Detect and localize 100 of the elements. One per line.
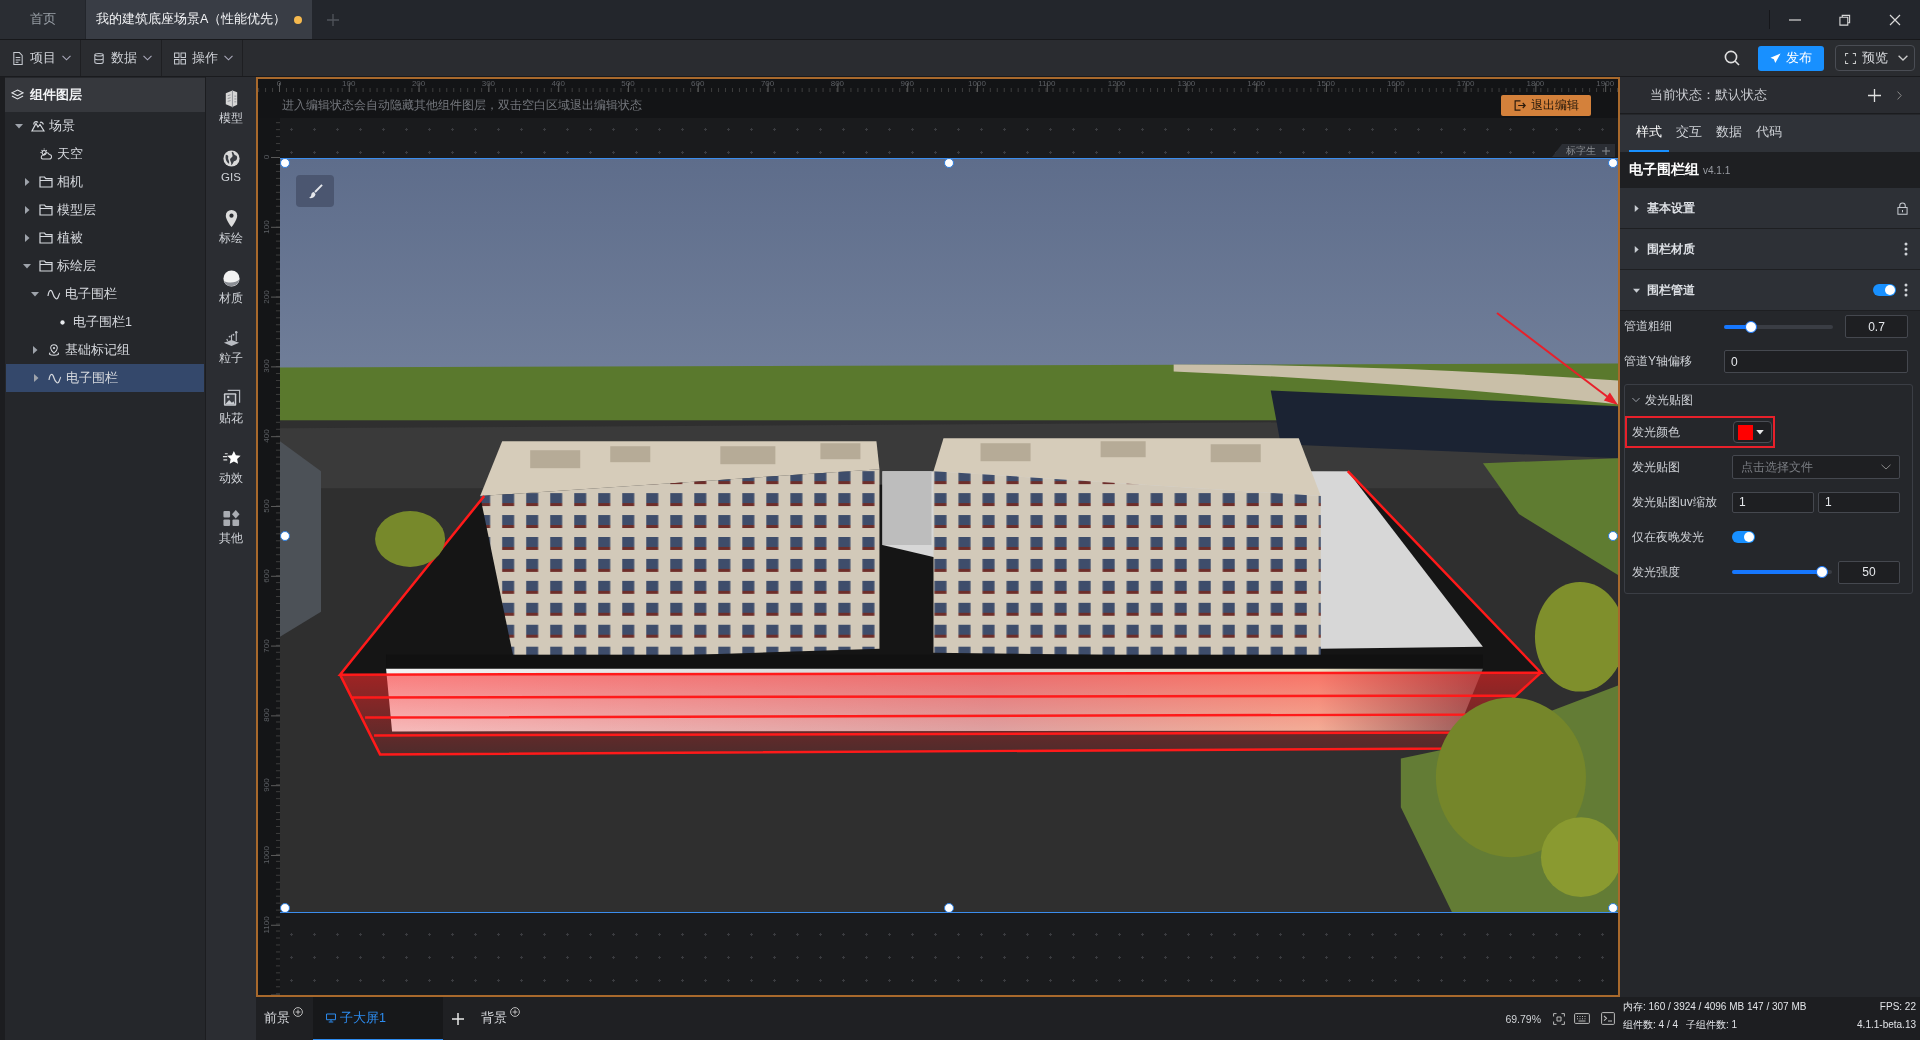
value-input[interactable]: 0.7 [1845,315,1908,338]
tool-button[interactable]: 贴花 [206,384,256,444]
input-field[interactable]: 1 [1732,491,1814,513]
tool-button[interactable]: 动效 [206,444,256,504]
slider-track[interactable] [1732,565,1832,579]
chevron-down-icon [1881,464,1891,470]
select-placeholder: 点击选择文件 [1741,458,1813,476]
resize-handle[interactable] [1608,158,1618,168]
database-icon [93,51,105,65]
group-header[interactable]: 发光贴图 [1632,391,1905,409]
toggle-switch[interactable] [1732,531,1755,543]
more-icon[interactable] [1904,283,1908,297]
tool-button[interactable]: 材质 [206,264,256,324]
properties-tab[interactable]: 交互 [1669,115,1709,152]
tool-button[interactable]: 粒子 [206,324,256,384]
menu-button[interactable]: 操作 [162,40,243,76]
ruler-label: 1400 [1247,79,1266,88]
section-header[interactable]: 基本设置 [1620,188,1920,229]
document-tab[interactable]: 我的建筑底座场景A（性能优先） [86,0,313,39]
tree-item[interactable]: 天空 [5,140,205,168]
lock-icon[interactable] [1897,201,1908,215]
resize-handle[interactable] [280,530,290,541]
slider-thumb[interactable] [1745,320,1758,333]
caret-icon[interactable] [23,178,31,186]
caret-icon[interactable] [31,290,39,298]
search-icon[interactable] [1724,50,1740,66]
version-label: v4.1.1 [1703,164,1731,176]
chevron-down-icon [62,55,71,61]
resize-handle[interactable] [280,903,290,913]
ruler-label: 0 [276,79,282,88]
tool-button[interactable]: 标绘 [206,204,256,264]
close-icon[interactable] [1889,13,1901,26]
tree-item[interactable]: 电子围栏 [5,280,205,308]
file-select[interactable]: 点击选择文件 [1732,455,1900,479]
more-icon[interactable] [1904,242,1908,256]
properties-tab[interactable]: 数据 [1709,115,1749,152]
tool-button[interactable]: GIS [206,144,256,204]
brush-button[interactable] [296,175,334,207]
field-label: 发光强度 [1632,563,1681,581]
slider-thumb[interactable] [1815,566,1828,578]
ruler-label: 1700 [1456,79,1475,88]
ruler-label: 800 [261,708,271,723]
caret-icon[interactable] [23,206,31,214]
tree-item[interactable]: 电子围栏1 [5,308,205,336]
tree-item[interactable]: 电子围栏 [6,364,204,392]
chevron-right-icon[interactable] [1897,90,1902,100]
tree-item[interactable]: 标绘层 [5,252,205,280]
page-tab[interactable]: 背景 [473,997,528,1040]
dot-icon [59,319,65,325]
terminal-icon[interactable] [1601,1012,1615,1025]
slider-track[interactable] [1724,319,1833,334]
resize-handle[interactable] [1608,530,1618,541]
restore-icon[interactable] [1839,13,1851,26]
caret-icon[interactable] [15,122,23,130]
input-field[interactable]: 0 [1724,350,1908,373]
ruler-label: 800 [830,79,845,88]
section-header[interactable]: 围栏材质 [1620,229,1920,270]
toggle-switch[interactable] [1873,284,1896,296]
tree-item[interactable]: 基础标记组 [5,336,205,364]
input-field[interactable]: 1 [1818,491,1900,513]
menu-button[interactable]: 数据 [81,40,162,76]
tool-button[interactable]: 模型 [206,84,256,144]
properties-tab[interactable]: 代码 [1749,115,1789,152]
resize-handle[interactable] [280,158,290,168]
field-label: 管道粗细 [1624,318,1673,335]
sub-component-count: 子组件数: 1 [1686,1018,1738,1032]
caret-icon[interactable] [31,346,39,354]
color-picker[interactable] [1733,421,1772,443]
exit-edit-button[interactable]: 退出编辑 [1501,94,1591,116]
resize-handle[interactable] [1608,903,1618,913]
version-text: 4.1.1-beta.13 [1857,1018,1916,1032]
ruler-label: 200 [261,289,271,304]
tree-item[interactable]: 场景 [5,112,205,140]
section-header[interactable]: 围栏管道 [1620,270,1920,311]
caret-icon[interactable] [32,374,40,382]
ruler-label: 500 [261,499,271,513]
page-tab[interactable]: 子大屏1 [313,997,443,1040]
keyboard-icon[interactable] [1574,1013,1590,1024]
monitor-icon [326,1013,336,1023]
tree-item[interactable]: 植被 [5,224,205,252]
fit-screen-icon[interactable] [1553,1012,1565,1025]
plus-circle-icon[interactable] [293,1007,303,1017]
plus-circle-icon[interactable] [510,1007,520,1017]
tree-item[interactable]: 模型层 [5,196,205,224]
caret-icon[interactable] [23,234,31,242]
menu-button[interactable]: 项目 [0,40,81,76]
tree-item[interactable]: 相机 [5,168,205,196]
resize-handle[interactable] [944,158,954,168]
preview-button[interactable]: 预览 [1835,45,1915,71]
document-tab[interactable]: 首页 [0,0,85,39]
ruler-label: 200 [411,79,426,88]
zoom-level: 69.79% [1505,1012,1541,1025]
value-input[interactable]: 50 [1838,560,1900,584]
resize-handle[interactable] [944,903,954,913]
tool-button[interactable]: 其他 [206,504,256,564]
ruler-label: 1100 [1038,79,1056,88]
field-label: 发光贴图 [1632,458,1681,476]
page-tab[interactable]: 前景 [256,997,311,1040]
ruler-label: 1100 [261,916,271,934]
caret-icon[interactable] [23,262,31,270]
